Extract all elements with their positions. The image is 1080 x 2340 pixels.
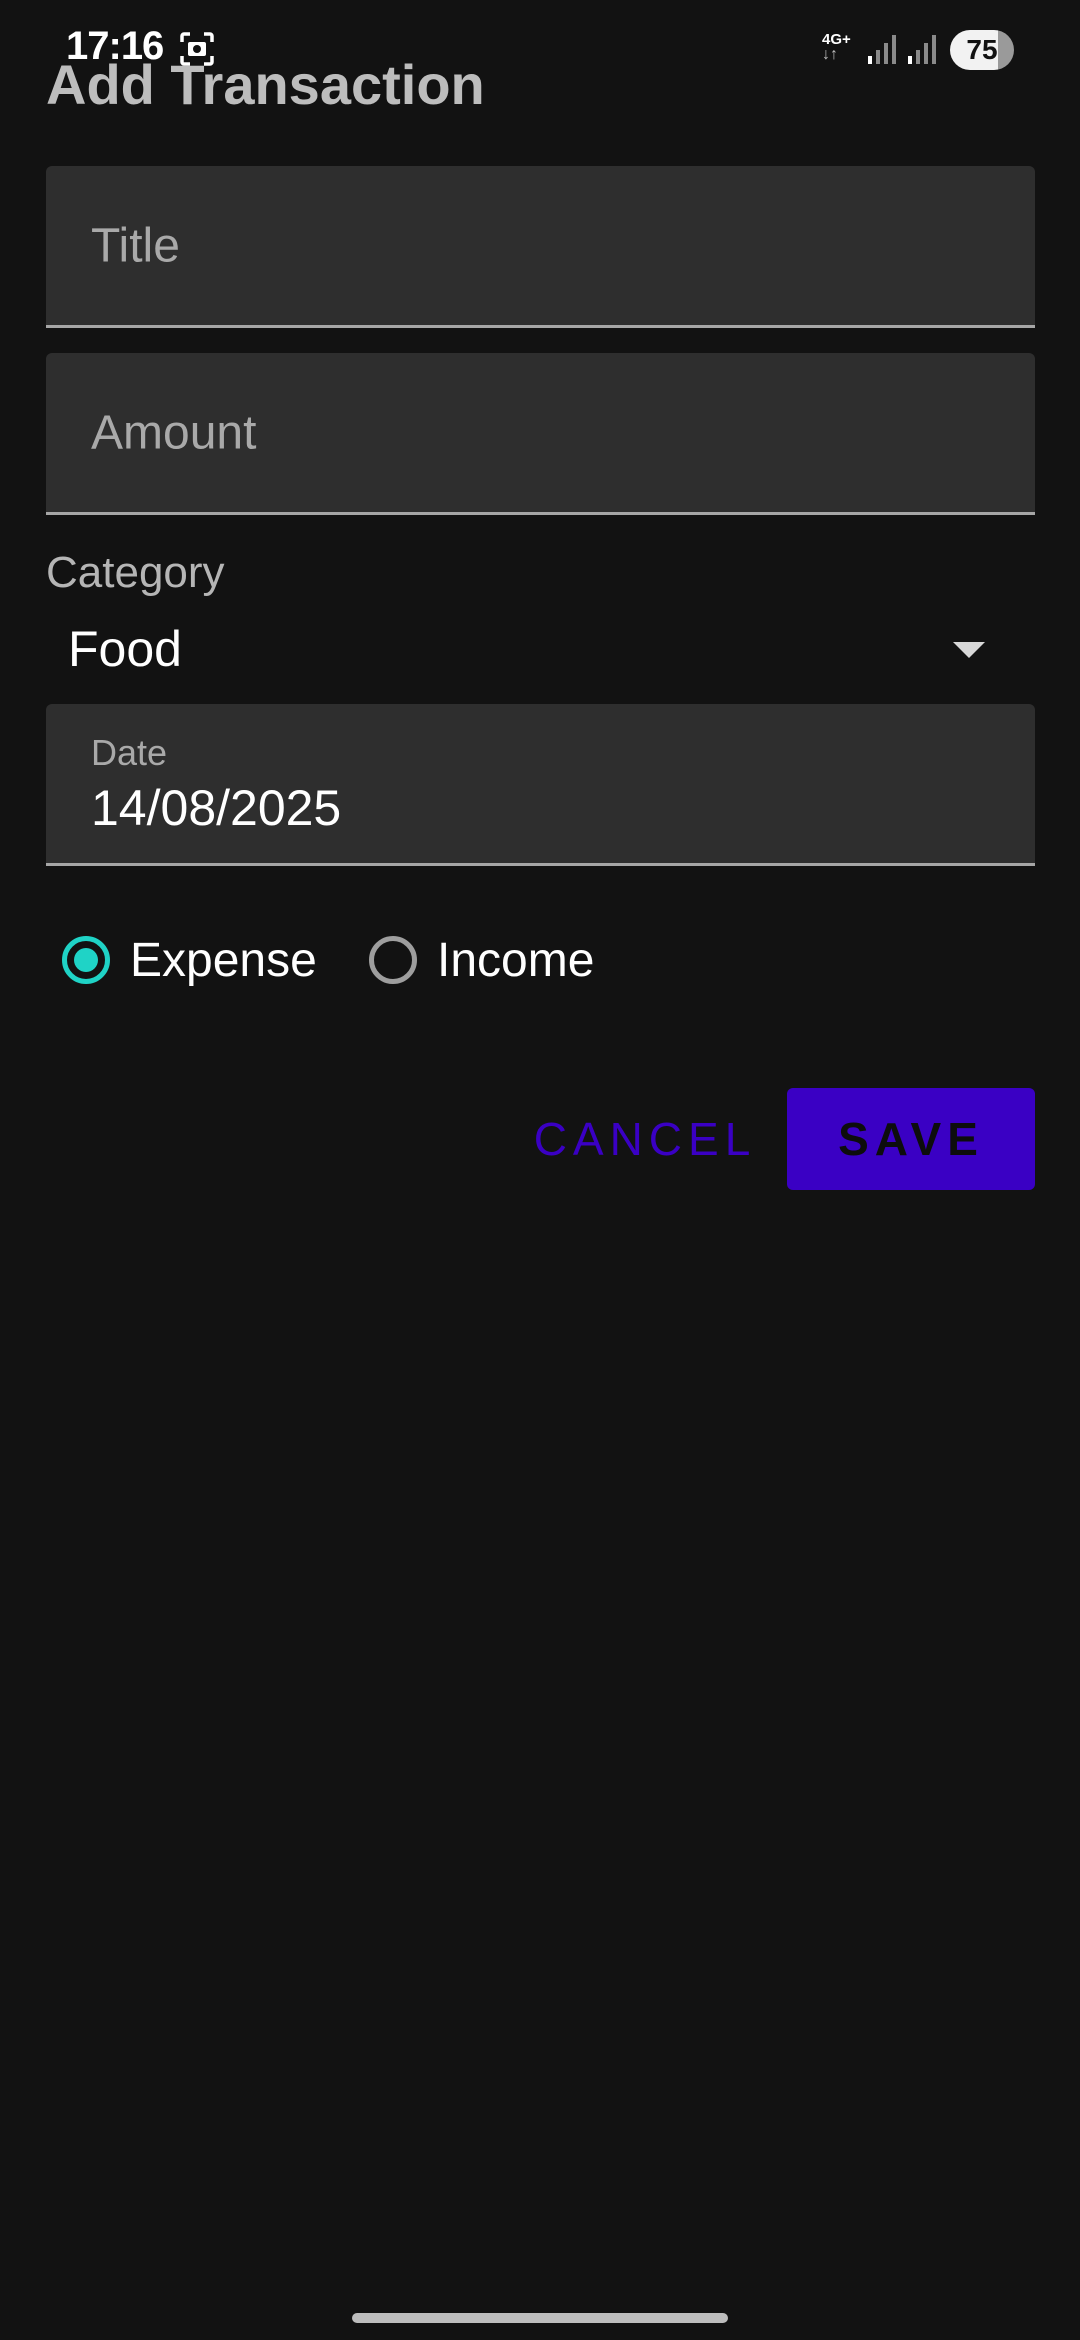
- category-dropdown[interactable]: Food: [46, 610, 1035, 690]
- home-gesture-bar[interactable]: [352, 2313, 728, 2323]
- network-arrows-icon: ↓↑: [822, 46, 838, 63]
- radio-button-checked-icon[interactable]: [62, 936, 110, 984]
- network-type-indicator: 4G+ ↓↑: [822, 32, 851, 63]
- signal-icon: [868, 35, 896, 64]
- date-field[interactable]: Date 14/08/2025: [46, 704, 1035, 866]
- radio-label-income: Income: [437, 933, 595, 987]
- category-label: Category: [46, 548, 225, 597]
- date-field-label: Date: [91, 732, 168, 773]
- dropdown-arrow-icon: [953, 642, 985, 658]
- radio-button-unchecked-icon[interactable]: [369, 936, 417, 984]
- title-field-placeholder: Title: [91, 219, 180, 272]
- date-field-value: 14/08/2025: [91, 780, 342, 836]
- title-field[interactable]: Title: [46, 166, 1035, 328]
- radio-label-expense: Expense: [130, 933, 317, 987]
- radio-option-income[interactable]: Income: [369, 930, 594, 990]
- page-title: Add Transaction: [46, 53, 485, 116]
- amount-field-placeholder: Amount: [91, 406, 257, 459]
- battery-icon: 75: [950, 30, 1014, 70]
- amount-field[interactable]: Amount: [46, 353, 1035, 515]
- signal-icon: [908, 35, 936, 64]
- radio-option-expense[interactable]: Expense: [62, 930, 317, 990]
- cancel-button[interactable]: CANCEL: [530, 1088, 760, 1190]
- save-button[interactable]: SAVE: [787, 1088, 1035, 1190]
- category-selected-value: Food: [68, 621, 182, 677]
